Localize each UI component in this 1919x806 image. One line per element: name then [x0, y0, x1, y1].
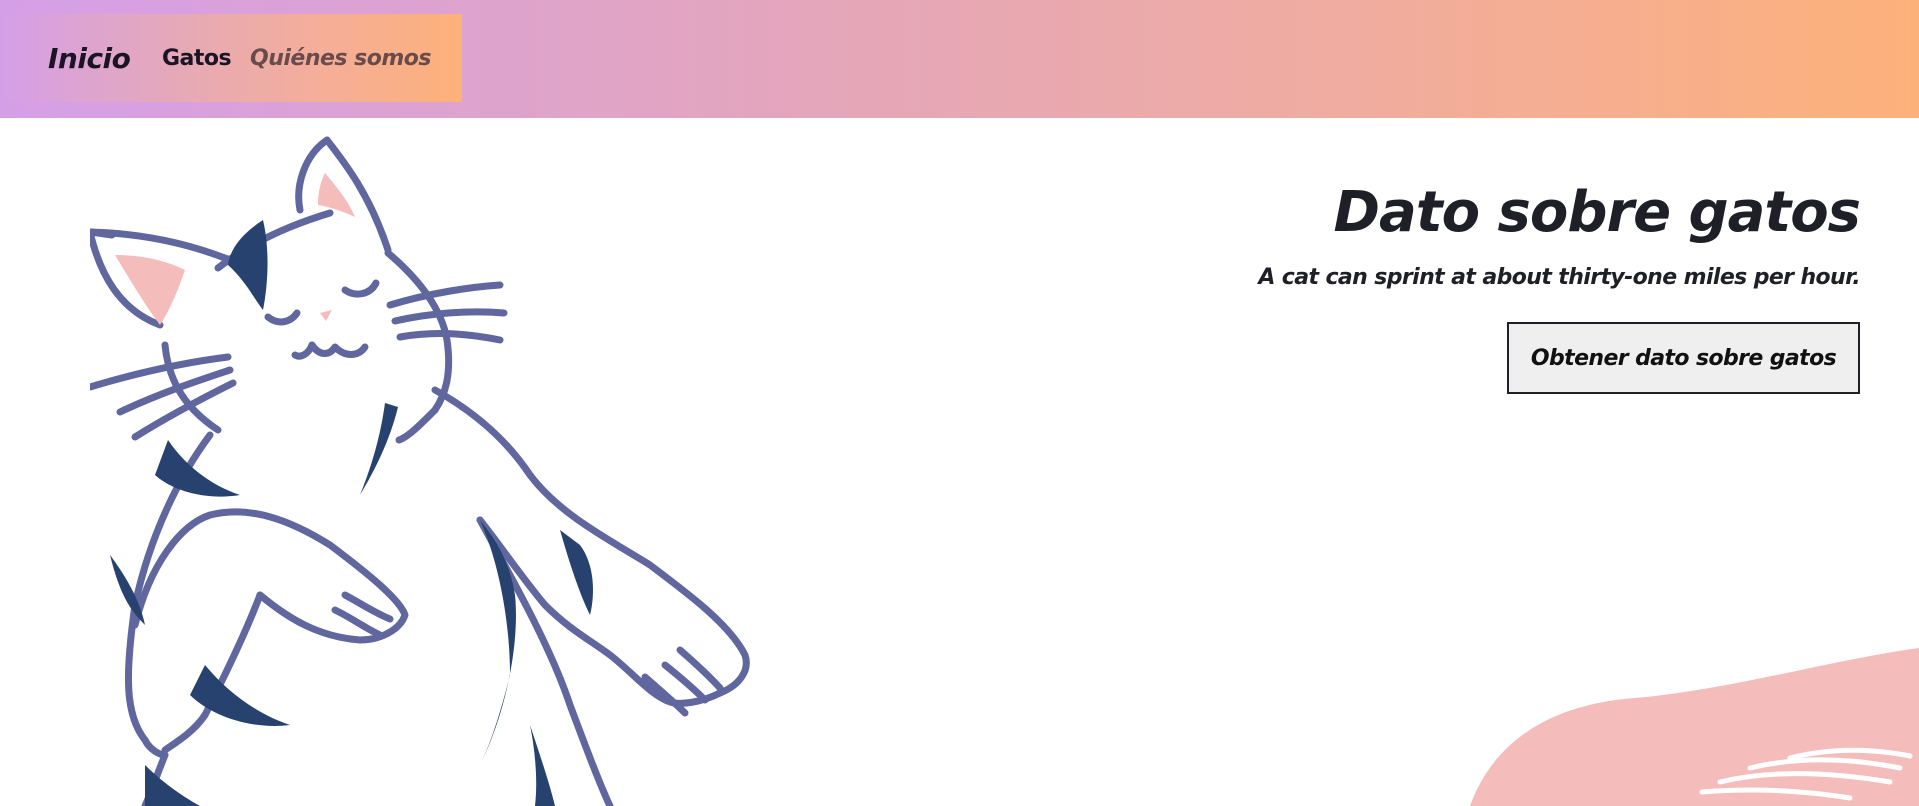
cat-illustration — [90, 136, 750, 806]
get-cat-fact-button[interactable]: Obtener dato sobre gatos — [1507, 322, 1860, 394]
main-nav: Inicio Gatos Quiénes somos — [0, 14, 462, 102]
nav-link-gatos[interactable]: Gatos — [162, 46, 232, 71]
cat-fact-text: A cat can sprint at about thirty-one mil… — [1258, 265, 1860, 290]
top-header: Inicio Gatos Quiénes somos — [0, 0, 1919, 118]
nav-link-quienes-somos[interactable]: Quiénes somos — [250, 46, 432, 71]
page-title: Dato sobre gatos — [1333, 180, 1861, 245]
nav-home-link[interactable]: Inicio — [48, 42, 131, 75]
decorative-blob — [1470, 648, 1919, 806]
